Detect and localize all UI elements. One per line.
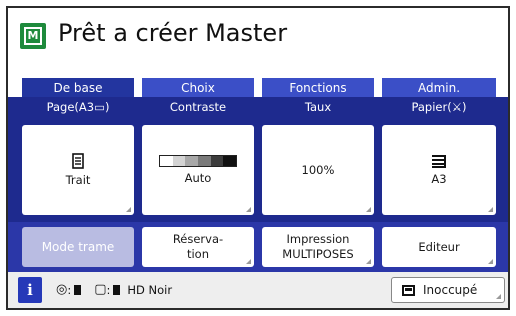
- consumables-status: ◎ : ▢ : HD Noir: [56, 282, 172, 297]
- action-row: Mode trame Réserva- tion Impression MULT…: [8, 222, 508, 272]
- page-mode-value: Trait: [65, 173, 91, 187]
- title-bar: M Prêt a créer Master: [8, 8, 508, 68]
- contrast-button[interactable]: Auto: [142, 125, 254, 215]
- ink-type-label: HD Noir: [127, 282, 173, 297]
- contrast-scale-icon: [159, 155, 237, 167]
- tab-choix[interactable]: Choix: [142, 78, 254, 98]
- master-icon-letter: M: [24, 27, 42, 45]
- machine-state-button[interactable]: Inoccupé: [391, 277, 505, 303]
- corner-mark: [488, 207, 493, 212]
- main-screen: M Prêt a créer Master De base Choix Fonc…: [6, 6, 510, 310]
- cartridge-level-indicator: [113, 284, 121, 295]
- corner-mark: [126, 207, 131, 212]
- tab-bar: De base Choix Fonctions Admin.: [8, 78, 508, 98]
- mode-trame-button[interactable]: Mode trame: [22, 227, 134, 267]
- impression-multiposes-button[interactable]: Impression MULTIPOSES: [262, 227, 374, 267]
- printer-icon: [402, 284, 415, 296]
- separator: :: [106, 282, 111, 297]
- basic-settings-panel: Page(A3▭) Contraste Taux Papier(⚔) Trait: [8, 97, 508, 222]
- rate-column-label: Taux: [304, 100, 332, 114]
- paper-column-label: Papier(⚔): [411, 100, 467, 114]
- contrast-value: Auto: [184, 171, 212, 185]
- info-button[interactable]: i: [18, 277, 42, 303]
- contrast-column-label: Contraste: [169, 100, 227, 114]
- reservation-button[interactable]: Réserva- tion: [142, 227, 254, 267]
- corner-mark: [366, 207, 371, 212]
- document-icon: [72, 153, 84, 169]
- page-column-label: Page(A3▭): [46, 100, 110, 114]
- editeur-button[interactable]: Editeur: [382, 227, 496, 267]
- status-bar: i ◎ : ▢ : HD Noir Inoccupé: [8, 272, 508, 308]
- corner-mark: [246, 207, 251, 212]
- corner-mark: [366, 259, 371, 264]
- ink-level-indicator: [74, 284, 82, 295]
- ink-cartridge-icon: ▢: [94, 282, 107, 297]
- corner-mark: [488, 259, 493, 264]
- corner-mark: [496, 294, 501, 299]
- rate-button[interactable]: 100%: [262, 125, 374, 215]
- separator: :: [67, 282, 72, 297]
- reservation-label: Réserva- tion: [172, 232, 224, 261]
- machine-state-label: Inoccupé: [423, 283, 478, 297]
- master-icon: M: [20, 23, 46, 49]
- editeur-label: Editeur: [418, 239, 460, 254]
- corner-mark: [246, 259, 251, 264]
- paper-stack-icon: [432, 155, 446, 168]
- paper-value: A3: [431, 172, 447, 186]
- page-title: Prêt a créer Master: [58, 19, 288, 47]
- tab-de-base[interactable]: De base: [22, 78, 134, 98]
- rate-value: 100%: [301, 163, 335, 177]
- paper-button[interactable]: A3: [382, 125, 496, 215]
- tab-admin[interactable]: Admin.: [382, 78, 496, 98]
- tab-fonctions[interactable]: Fonctions: [262, 78, 374, 98]
- page-mode-button[interactable]: Trait: [22, 125, 134, 215]
- ink-drum-icon: ◎: [56, 282, 68, 297]
- impression-label: Impression MULTIPOSES: [282, 232, 354, 261]
